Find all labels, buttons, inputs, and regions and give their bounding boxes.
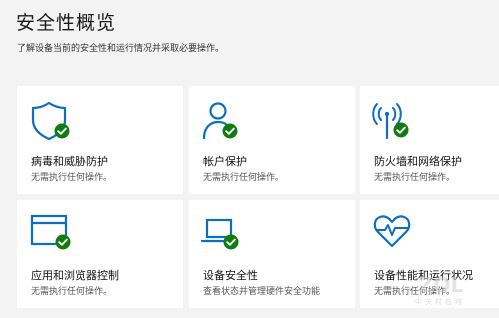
browser-window-icon [29, 212, 75, 252]
card-status: 查看状态并管理硬件安全功能 [203, 287, 321, 297]
card-account-protection[interactable]: 帐户保护 无需执行任何操作。 [189, 86, 355, 194]
card-status: 无需执行任何操作。 [31, 173, 113, 183]
watermark-caption: 中关村在线 [415, 297, 465, 306]
card-status: 无需执行任何操作。 [31, 287, 113, 297]
card-status: 无需执行任何操作。 [374, 173, 456, 183]
card-device-security[interactable]: 设备安全性 查看状态并管理硬件安全功能 [189, 200, 355, 308]
card-title: 病毒和威胁防护 [31, 155, 108, 168]
card-virus-threat-protection[interactable]: 病毒和威胁防护 无需执行任何操作。 [17, 86, 183, 194]
card-title: 应用和浏览器控制 [31, 269, 119, 282]
watermark-logo-text: ZOL [419, 273, 464, 297]
page-title: 安全性概览 [16, 12, 117, 34]
laptop-icon [200, 212, 247, 252]
card-title: 防火墙和网络保护 [374, 155, 462, 168]
card-title: 帐户保护 [203, 155, 247, 168]
security-overview-page: 安全性概览 了解设备当前的安全性和运行情况并采取必要操作。 病毒和威胁防护 无需… [0, 0, 499, 318]
shield-icon [29, 100, 75, 141]
user-icon [201, 100, 247, 140]
page-subtitle: 了解设备当前的安全性和运行情况并采取必要操作。 [17, 44, 225, 54]
card-firewall-network-protection[interactable]: 防火墙和网络保护 无需执行任何操作。 [360, 86, 499, 194]
wifi-antenna-icon [372, 100, 418, 140]
card-status: 无需执行任何操作。 [203, 173, 285, 183]
card-app-browser-control[interactable]: 应用和浏览器控制 无需执行任何操作。 [17, 200, 183, 308]
card-title: 设备安全性 [203, 269, 258, 282]
zol-watermark-logo: ZOL 中关村在线 [405, 268, 485, 308]
heart-pulse-icon [372, 212, 418, 252]
